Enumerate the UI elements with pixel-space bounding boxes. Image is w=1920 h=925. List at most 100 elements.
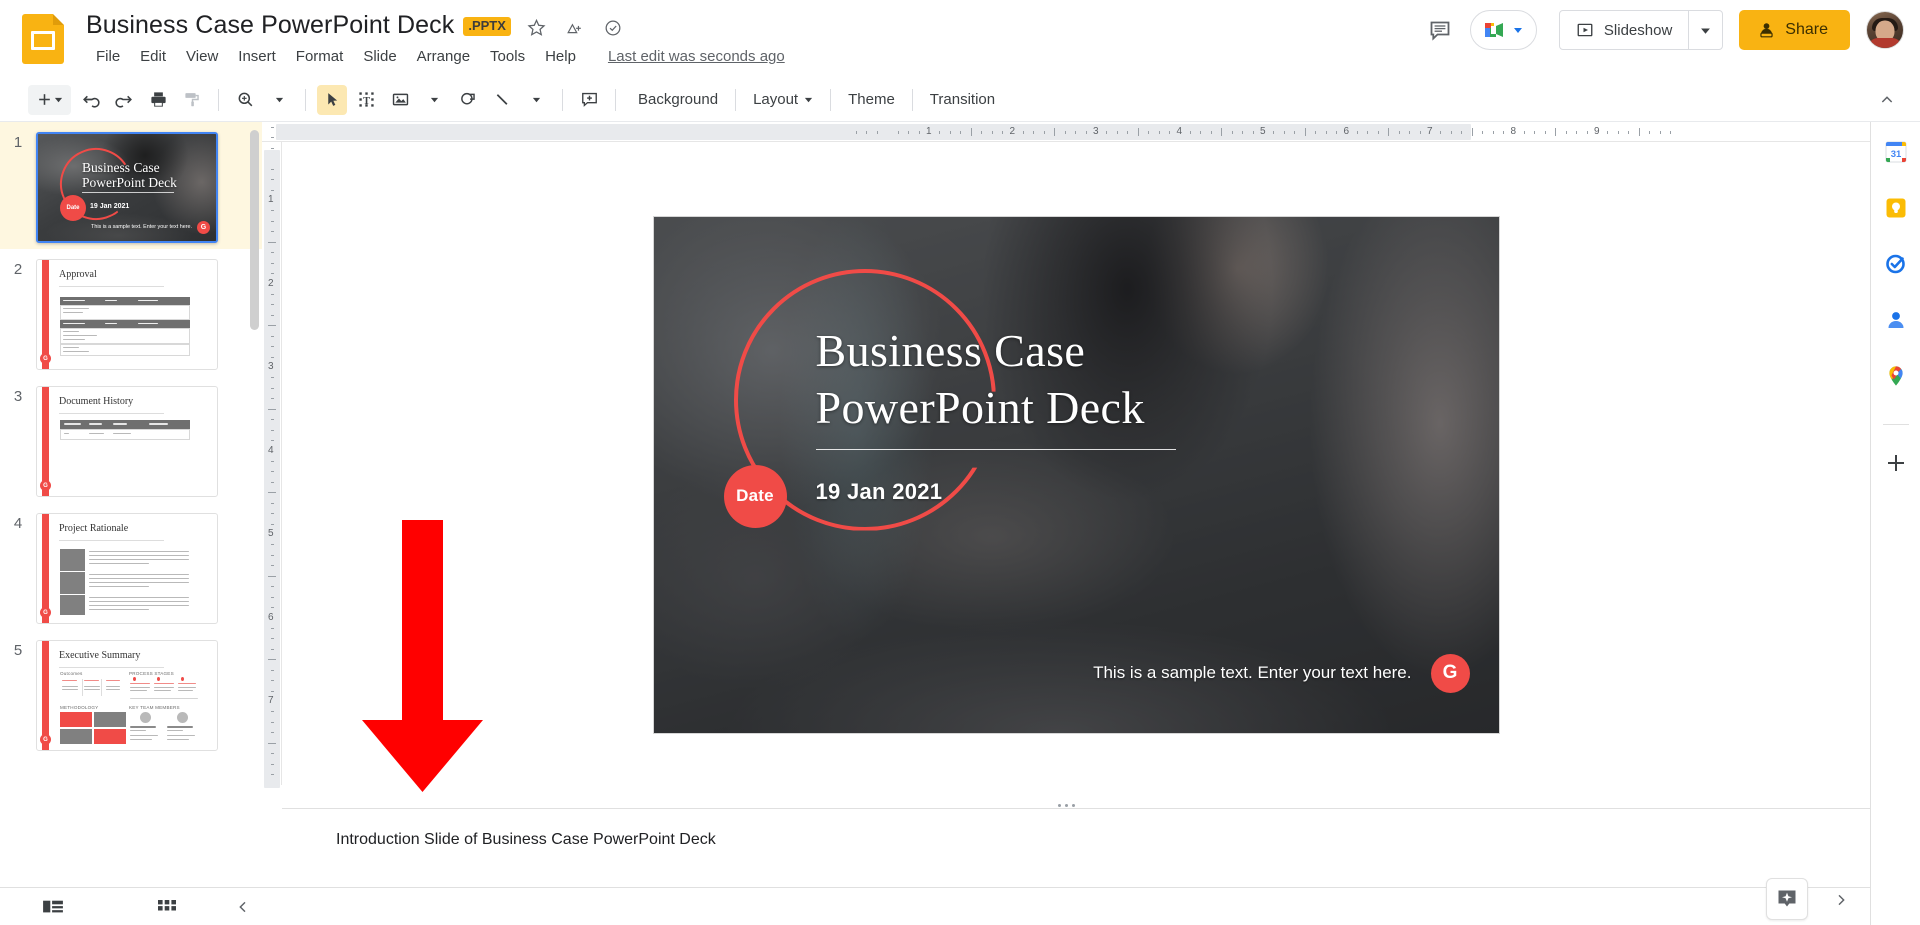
add-ons-plus-icon[interactable] xyxy=(1884,451,1908,475)
google-keep-icon[interactable] xyxy=(1884,196,1908,220)
filmstrip-slide-5[interactable]: 5 Executive Summary Outcomes PROCESS STA… xyxy=(0,630,262,757)
filmstrip-slide-4[interactable]: 4 Project Rationale G xyxy=(0,503,262,630)
slide-number: 4 xyxy=(13,515,23,532)
slide-title[interactable]: Business Case PowerPoint Deck xyxy=(816,322,1336,436)
star-icon[interactable] xyxy=(525,16,549,40)
menu-insert[interactable]: Insert xyxy=(228,46,286,67)
ruler-tick xyxy=(1002,131,1004,134)
filmstrip-scrollbar[interactable] xyxy=(250,130,259,330)
move-to-drive-icon[interactable] xyxy=(563,16,587,40)
shape-button[interactable] xyxy=(453,85,483,115)
select-cursor-icon xyxy=(327,93,337,106)
ruler-label: 4 xyxy=(1176,126,1183,137)
ruler-label: 3 xyxy=(1093,126,1099,137)
slide-footer-text[interactable]: This is a sample text. Enter your text h… xyxy=(1093,663,1411,683)
menu-arrange[interactable]: Arrange xyxy=(407,46,480,67)
filmstrip-slide-3[interactable]: 3 Document History G xyxy=(0,376,262,503)
menu-view[interactable]: View xyxy=(176,46,228,67)
google-tasks-icon[interactable] xyxy=(1884,252,1908,276)
line-button[interactable] xyxy=(487,85,517,115)
ruler-tick xyxy=(271,231,274,233)
slide-thumbnail[interactable]: Project Rationale G xyxy=(36,513,218,624)
select-tool-button[interactable] xyxy=(317,84,347,115)
slide-thumbnail[interactable]: Document History G xyxy=(36,386,218,497)
current-slide[interactable]: Business Case PowerPoint Deck Date 19 Ja… xyxy=(653,216,1499,733)
thumb-label-box xyxy=(60,595,85,615)
ruler-tick xyxy=(271,293,274,295)
collapse-toolbar-button[interactable] xyxy=(1872,85,1902,115)
menu-tools[interactable]: Tools xyxy=(480,46,535,67)
redo-button[interactable] xyxy=(109,85,139,115)
toolbar-divider xyxy=(911,88,913,111)
insert-image-dropdown-button[interactable] xyxy=(419,85,449,115)
google-calendar-icon[interactable]: 31 xyxy=(1884,140,1908,164)
grid-view-button[interactable] xyxy=(152,892,182,922)
filmstrip-slide-2[interactable]: 2 Approval G xyxy=(0,249,262,376)
thumb-text-line xyxy=(130,726,156,728)
zoom-button[interactable] xyxy=(230,85,260,115)
menu-slide[interactable]: Slide xyxy=(353,46,406,67)
layout-button[interactable]: Layout xyxy=(741,85,825,115)
slide-thumbnail[interactable]: Approval G xyxy=(36,259,218,370)
menu-format[interactable]: Format xyxy=(286,46,354,67)
ruler-tick xyxy=(1189,131,1191,134)
slide-filmstrip[interactable]: 1 Business Case PowerPoint Deck Date 19 J… xyxy=(0,122,262,887)
filmstrip-view-button[interactable] xyxy=(38,892,68,922)
chevron-down-icon xyxy=(430,97,438,103)
insert-image-button[interactable] xyxy=(385,85,415,115)
thumb-stage-marker xyxy=(157,677,160,681)
slideshow-dropdown-button[interactable] xyxy=(1688,11,1722,49)
workspace: 1 Business Case PowerPoint Deck Date 19 J… xyxy=(0,122,1870,925)
slide-stage[interactable]: Business Case PowerPoint Deck Date 19 Ja… xyxy=(282,142,1870,807)
chevron-right-icon xyxy=(1838,894,1845,906)
explore-button[interactable] xyxy=(1766,878,1808,920)
document-title[interactable]: Business Case PowerPoint Deck xyxy=(86,8,463,42)
text-box-button[interactable]: T xyxy=(351,85,381,115)
transition-button[interactable]: Transition xyxy=(918,85,1007,115)
paint-format-button[interactable] xyxy=(177,85,207,115)
thumb-section-label: METHODOLOGY xyxy=(60,705,99,710)
notes-resize-handle[interactable] xyxy=(1048,802,1084,808)
menu-file[interactable]: File xyxy=(86,46,130,67)
google-meet-button[interactable] xyxy=(1469,10,1537,50)
new-slide-button[interactable] xyxy=(28,84,71,115)
play-icon xyxy=(1577,23,1593,37)
google-maps-icon[interactable] xyxy=(1884,364,1908,388)
undo-button[interactable] xyxy=(75,85,105,115)
cloud-saved-icon[interactable] xyxy=(601,16,625,40)
horizontal-ruler[interactable]: 1 2 3 4 5 6 7 8 9 xyxy=(262,122,1870,142)
comment-history-icon[interactable] xyxy=(1418,8,1462,52)
line-dropdown-button[interactable] xyxy=(521,85,551,115)
slide-thumbnail[interactable]: Business Case PowerPoint Deck Date 19 Jan… xyxy=(36,132,218,243)
menu-help[interactable]: Help xyxy=(535,46,586,67)
thumb-text-line xyxy=(167,739,189,741)
ruler-tick xyxy=(1649,131,1651,134)
filmstrip-slide-1[interactable]: 1 Business Case PowerPoint Deck Date 19 J… xyxy=(0,122,262,249)
shape-icon xyxy=(460,92,475,105)
vertical-ruler[interactable]: 1 2 3 4 5 6 7 xyxy=(262,126,282,788)
share-button[interactable]: Share xyxy=(1739,10,1850,50)
expand-side-panel-button[interactable] xyxy=(1826,885,1856,915)
slides-app-icon[interactable] xyxy=(22,14,64,64)
ruler-tick xyxy=(866,131,868,134)
menu-edit[interactable]: Edit xyxy=(130,46,176,67)
ruler-margin-pad xyxy=(264,150,280,788)
ruler-label: 1 xyxy=(926,126,932,137)
slide-date-value[interactable]: 19 Jan 2021 xyxy=(816,479,943,505)
collapse-filmstrip-button[interactable] xyxy=(228,892,258,922)
thumb-section-label: PROCESS STAGES xyxy=(129,671,174,676)
last-edit-link[interactable]: Last edit was seconds ago xyxy=(608,48,785,65)
ruler-tick xyxy=(1565,131,1567,134)
theme-button[interactable]: Theme xyxy=(836,85,907,115)
background-button[interactable]: Background xyxy=(626,85,730,115)
ruler-tick xyxy=(271,721,274,723)
print-button[interactable] xyxy=(143,85,173,115)
zoom-dropdown-button[interactable] xyxy=(264,85,294,115)
google-contacts-icon[interactable] xyxy=(1884,308,1908,332)
add-comment-button[interactable] xyxy=(574,85,604,115)
slideshow-button[interactable]: Slideshow xyxy=(1560,11,1688,49)
slide-thumbnail[interactable]: Executive Summary Outcomes PROCESS STAGE… xyxy=(36,640,218,751)
thumb-underline xyxy=(82,192,174,193)
ruler-tick xyxy=(1356,131,1358,134)
account-avatar[interactable] xyxy=(1866,11,1904,49)
